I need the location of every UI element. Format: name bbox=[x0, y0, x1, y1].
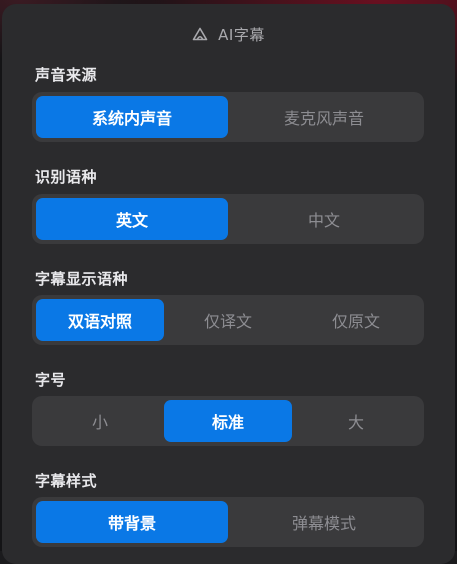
display-language-option-translation-only[interactable]: 仅译文 bbox=[164, 299, 292, 341]
subtitle-settings-panel: AI字幕 声音来源 系统内声音 麦克风声音 识别语种 英文 中文 字幕显示语种 … bbox=[2, 4, 455, 564]
recognition-language-option-english[interactable]: 英文 bbox=[36, 198, 228, 240]
audio-source-label: 声音来源 bbox=[35, 66, 98, 84]
display-language-segmented-control: 双语对照 仅译文 仅原文 bbox=[32, 295, 424, 345]
panel-title: AI字幕 bbox=[218, 25, 265, 44]
panel-header: AI字幕 bbox=[2, 22, 455, 46]
font-size-label: 字号 bbox=[35, 371, 67, 389]
font-size-option-small[interactable]: 小 bbox=[36, 400, 164, 442]
display-language-option-original-only[interactable]: 仅原文 bbox=[292, 299, 420, 341]
recognition-language-option-chinese[interactable]: 中文 bbox=[228, 198, 420, 240]
audio-source-option-system[interactable]: 系统内声音 bbox=[36, 96, 228, 138]
display-language-label: 字幕显示语种 bbox=[35, 270, 129, 288]
audio-source-segmented-control: 系统内声音 麦克风声音 bbox=[32, 92, 424, 142]
subtitle-style-segmented-control: 带背景 弹幕模式 bbox=[32, 497, 424, 547]
font-size-option-large[interactable]: 大 bbox=[292, 400, 420, 442]
font-size-segmented-control: 小 标准 大 bbox=[32, 396, 424, 446]
subtitle-style-label: 字幕样式 bbox=[35, 472, 98, 490]
subtitle-style-option-danmaku[interactable]: 弹幕模式 bbox=[228, 501, 420, 543]
font-size-option-standard[interactable]: 标准 bbox=[164, 400, 292, 442]
subtitle-style-option-with-background[interactable]: 带背景 bbox=[36, 501, 228, 543]
display-language-option-bilingual[interactable]: 双语对照 bbox=[36, 299, 164, 341]
ai-subtitle-icon bbox=[192, 27, 208, 41]
audio-source-option-microphone[interactable]: 麦克风声音 bbox=[228, 96, 420, 138]
recognition-language-label: 识别语种 bbox=[35, 168, 98, 186]
recognition-language-segmented-control: 英文 中文 bbox=[32, 194, 424, 244]
